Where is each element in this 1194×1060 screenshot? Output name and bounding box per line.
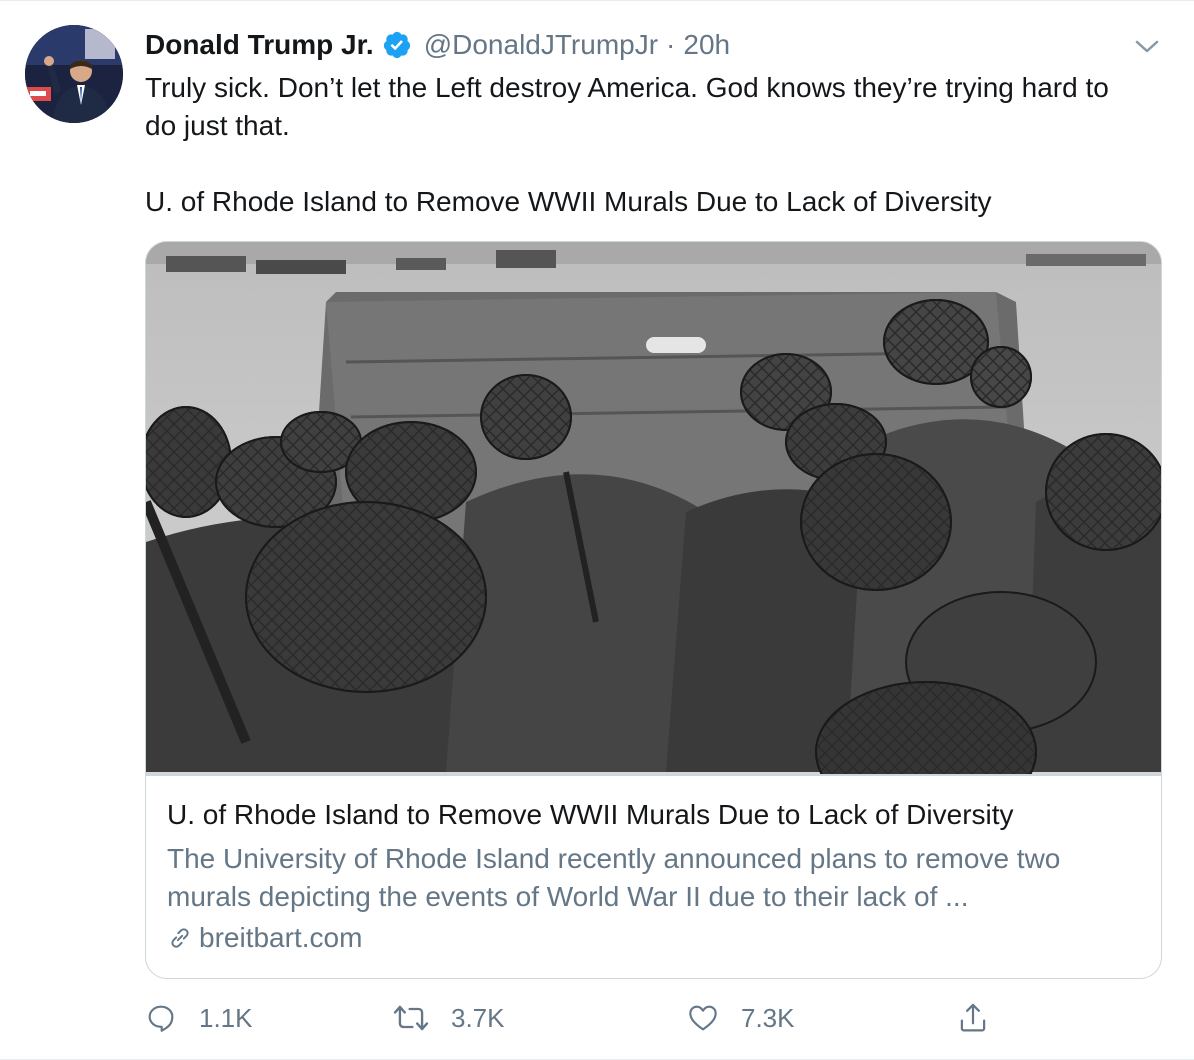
reply-icon: [148, 1005, 174, 1032]
heart-icon: [689, 1005, 717, 1031]
tweet-actions: 1.1K 3.7K 7.3K: [145, 995, 1045, 1041]
card-title[interactable]: U. of Rhode Island to Remove WWII Murals…: [167, 797, 1137, 833]
share-button[interactable]: [957, 995, 989, 1041]
tweet-text: Truly sick. Don’t let the Left destroy A…: [145, 69, 1145, 221]
author-handle[interactable]: @DonaldJTrumpJr: [424, 29, 658, 61]
card-divider: [146, 774, 1161, 776]
reply-button[interactable]: 1.1K: [145, 995, 253, 1041]
tweet-text-line: Truly sick. Don’t let the Left destroy A…: [145, 72, 1109, 141]
reply-count: 1.1K: [199, 1002, 253, 1033]
card-description: The University of Rhode Island recently …: [167, 843, 1061, 912]
like-count: 7.3K: [741, 1002, 795, 1033]
card-image[interactable]: [146, 242, 1161, 774]
share-icon: [960, 1003, 986, 1032]
verified-badge-icon: [382, 30, 412, 60]
author-name[interactable]: Donald Trump Jr.: [145, 29, 374, 61]
retweet-icon: [393, 1005, 429, 1031]
tweet[interactable]: Donald Trump Jr. @DonaldJTrumpJr · 20h T…: [0, 0, 1194, 1060]
retweet-count: 3.7K: [451, 1002, 505, 1033]
avatar[interactable]: [25, 25, 123, 123]
card-domain: breitbart.com: [167, 920, 362, 956]
separator-dot: ·: [666, 29, 676, 60]
tweet-header: Donald Trump Jr. @DonaldJTrumpJr · 20h: [145, 27, 730, 63]
link-icon: [171, 928, 189, 948]
chevron-down-icon[interactable]: [1134, 35, 1160, 57]
card-domain-text: breitbart.com: [199, 922, 363, 953]
tweet-timestamp[interactable]: 20h: [683, 29, 730, 61]
retweet-button[interactable]: 3.7K: [393, 995, 505, 1041]
link-card[interactable]: U. of Rhode Island to Remove WWII Murals…: [145, 241, 1162, 979]
like-button[interactable]: 7.3K: [687, 995, 795, 1041]
tweet-text-line: U. of Rhode Island to Remove WWII Murals…: [145, 186, 992, 217]
